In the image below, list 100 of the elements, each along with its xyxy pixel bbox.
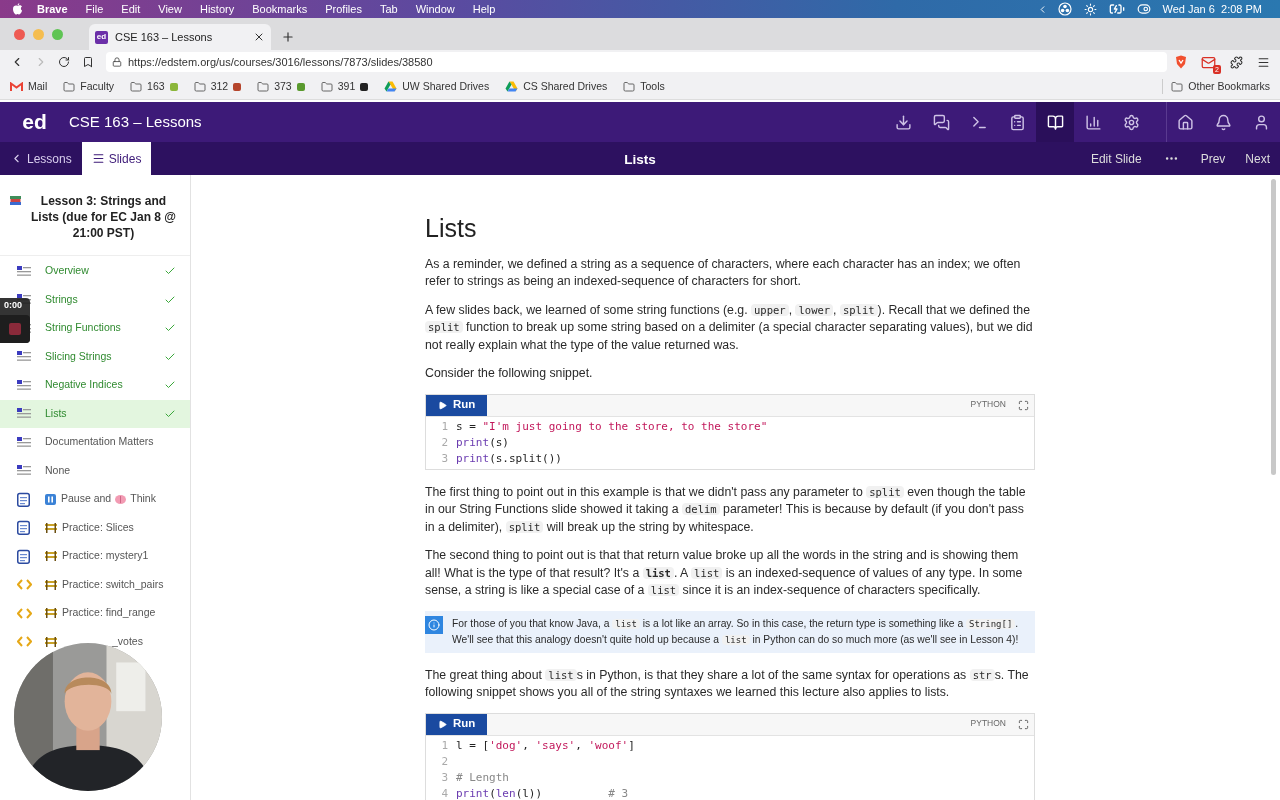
scrollbar[interactable] — [1271, 179, 1276, 475]
home-icon — [1177, 113, 1194, 131]
folder-icon — [623, 80, 636, 93]
line-number: 1 — [440, 737, 449, 754]
action-link[interactable]: Edit Slide — [1080, 142, 1152, 175]
folder-icon — [257, 80, 270, 93]
lesson-title: Lesson 3: Strings and Lists (due for EC Jan 8 @ 21:00 PST) — [29, 193, 178, 241]
apple-icon[interactable] — [12, 3, 23, 15]
lion-shield-icon[interactable] — [1175, 55, 1187, 69]
app-menu[interactable]: Brave — [37, 0, 68, 18]
bookmark-icon[interactable] — [82, 56, 94, 68]
code-line: s = "I'm just going to the store, to the store" — [456, 418, 768, 435]
drive-icon — [505, 81, 519, 92]
code-editor[interactable]: Run PYTHON 1 s = "I'm just going to the store, to the store" 2 print(s) 3 print(s.split()) — [425, 393, 1035, 470]
menu-item[interactable]: Profiles — [325, 0, 362, 18]
browser-tab[interactable]: ed CSE 163 – Lessons — [89, 24, 271, 50]
slide-icon — [17, 351, 31, 363]
slide-item[interactable]: Practice: mystery1 — [0, 542, 190, 571]
folder-icon — [1171, 80, 1184, 93]
slide-item[interactable]: Documentation Matters — [0, 428, 190, 457]
chat-icon — [932, 113, 950, 131]
code-line: # Length — [456, 769, 509, 786]
paragraph: The first thing to point out in this example is that we didn't pass any parameter to split even though the table in our String Functions slide showed it taking a delim parameter! This is because by default (if you don't pass in a delimiter), split will break up the string by whitespace. — [425, 483, 1027, 536]
course-title: CSE 163 – Lessons — [69, 111, 202, 132]
line-number: 1 — [440, 418, 449, 435]
folder-icon — [63, 80, 76, 93]
code-icon — [17, 607, 32, 619]
slide-item[interactable]: Negative Indices — [0, 371, 190, 400]
hurdle-icon — [45, 636, 57, 647]
language-label: PYTHON — [970, 398, 1006, 412]
back-link[interactable]: Lessons — [0, 142, 82, 175]
bookmark-item[interactable]: Other Bookmarks — [1162, 78, 1270, 95]
slide-item[interactable]: Practice: Slices — [0, 513, 190, 542]
new-tab-icon[interactable] — [281, 30, 295, 44]
bell-icon — [1214, 113, 1232, 131]
hurdle-icon — [45, 608, 57, 619]
hurdle-icon — [45, 579, 57, 590]
menu-item[interactable]: File — [85, 0, 104, 18]
code-icon — [17, 579, 32, 591]
chart-icon — [1084, 113, 1102, 131]
download-icon — [894, 113, 912, 131]
menu-item[interactable]: Edit — [121, 0, 141, 18]
line-number: 3 — [440, 450, 449, 467]
slide-item[interactable]: Practice: switch_pairs — [0, 570, 190, 599]
hurdle-icon — [45, 522, 57, 533]
drive-icon — [384, 81, 398, 92]
bookmark-item[interactable]: UW Shared Drives — [384, 78, 490, 95]
bookmark-item[interactable]: 312 — [193, 78, 242, 95]
menu-item[interactable]: Window — [415, 0, 455, 18]
extensions-icon[interactable] — [1230, 55, 1243, 69]
menu-item[interactable]: Tab — [379, 0, 398, 18]
menu-item[interactable]: Help — [472, 0, 496, 18]
battery-icon[interactable] — [1108, 1, 1125, 17]
line-number: 3 — [440, 769, 449, 786]
slide-item[interactable]: _votes — [0, 627, 190, 656]
sun-icon[interactable] — [1083, 2, 1097, 16]
reload-icon[interactable] — [58, 56, 70, 68]
fullscreen-icon[interactable] — [1018, 399, 1029, 411]
fullscreen-icon[interactable] — [1018, 718, 1029, 730]
action-link[interactable]: Prev — [1190, 142, 1236, 175]
menu-icon[interactable] — [1257, 55, 1270, 69]
toolbar-button[interactable] — [1036, 102, 1074, 142]
recorder-icon[interactable] — [1057, 2, 1072, 16]
close-icon[interactable] — [253, 31, 265, 43]
code-icon — [17, 636, 32, 648]
folder-icon — [193, 80, 206, 93]
control-center-icon[interactable] — [1136, 2, 1151, 16]
clipboard-icon — [17, 491, 30, 507]
logo[interactable]: ed — [0, 106, 69, 138]
action-link[interactable]: Next — [1235, 142, 1280, 175]
slide-item[interactable]: None — [0, 456, 190, 485]
paragraph: As a reminder, we defined a string as a sequence of characters, where each character has an index; we often refer to strings as being an indexed-sequence of characters for short. — [425, 255, 1022, 290]
run-button[interactable]: Run — [426, 713, 488, 735]
run-button[interactable]: Run — [426, 394, 488, 416]
bookmark-item[interactable]: 391 — [320, 78, 369, 95]
slide-item[interactable]: Practice: find_range — [0, 599, 190, 628]
bookmark-item[interactable]: 373 — [257, 78, 305, 95]
gmail-icon — [10, 81, 23, 92]
slide-item[interactable]: Pause and Think — [0, 485, 190, 514]
bookmark-item[interactable]: Tools — [623, 78, 665, 95]
code-editor[interactable]: Run PYTHON 1 l = ['dog', 'says', 'woof'] 2 3 # Length 4 print(len(l)) # 3 — [425, 712, 1035, 800]
bookmark-item[interactable]: Mail — [10, 78, 48, 95]
code-line: print(len(l)) # 3 — [456, 785, 629, 800]
hurdle-icon — [45, 551, 57, 562]
code-line: l = ['dog', 'says', 'woof'] — [456, 737, 635, 754]
bookmark-item[interactable]: Faculty — [63, 78, 115, 95]
bookmark-item[interactable]: 163 — [130, 78, 178, 95]
menu-item[interactable]: History — [199, 0, 235, 18]
menu-item[interactable]: Bookmarks — [252, 0, 308, 18]
slide-item[interactable]: Lists — [0, 399, 190, 428]
bookmark-item[interactable]: CS Shared Drives — [505, 78, 608, 95]
brain-icon — [115, 494, 127, 504]
slides-tab[interactable]: Slides — [81, 142, 152, 175]
recording-timer: 0:00 — [4, 300, 22, 311]
mail-icon[interactable] — [1201, 54, 1216, 70]
slide-item[interactable]: Slicing Strings — [0, 342, 190, 371]
menu-item[interactable]: View — [158, 0, 182, 18]
slide-item[interactable]: Overview — [0, 257, 190, 286]
clock[interactable]: Wed Jan 6 2:08 PM — [1162, 0, 1262, 18]
address-bar[interactable]: https://edstem.org/us/courses/3016/lessons/7873/slides/38580 — [106, 52, 1167, 72]
